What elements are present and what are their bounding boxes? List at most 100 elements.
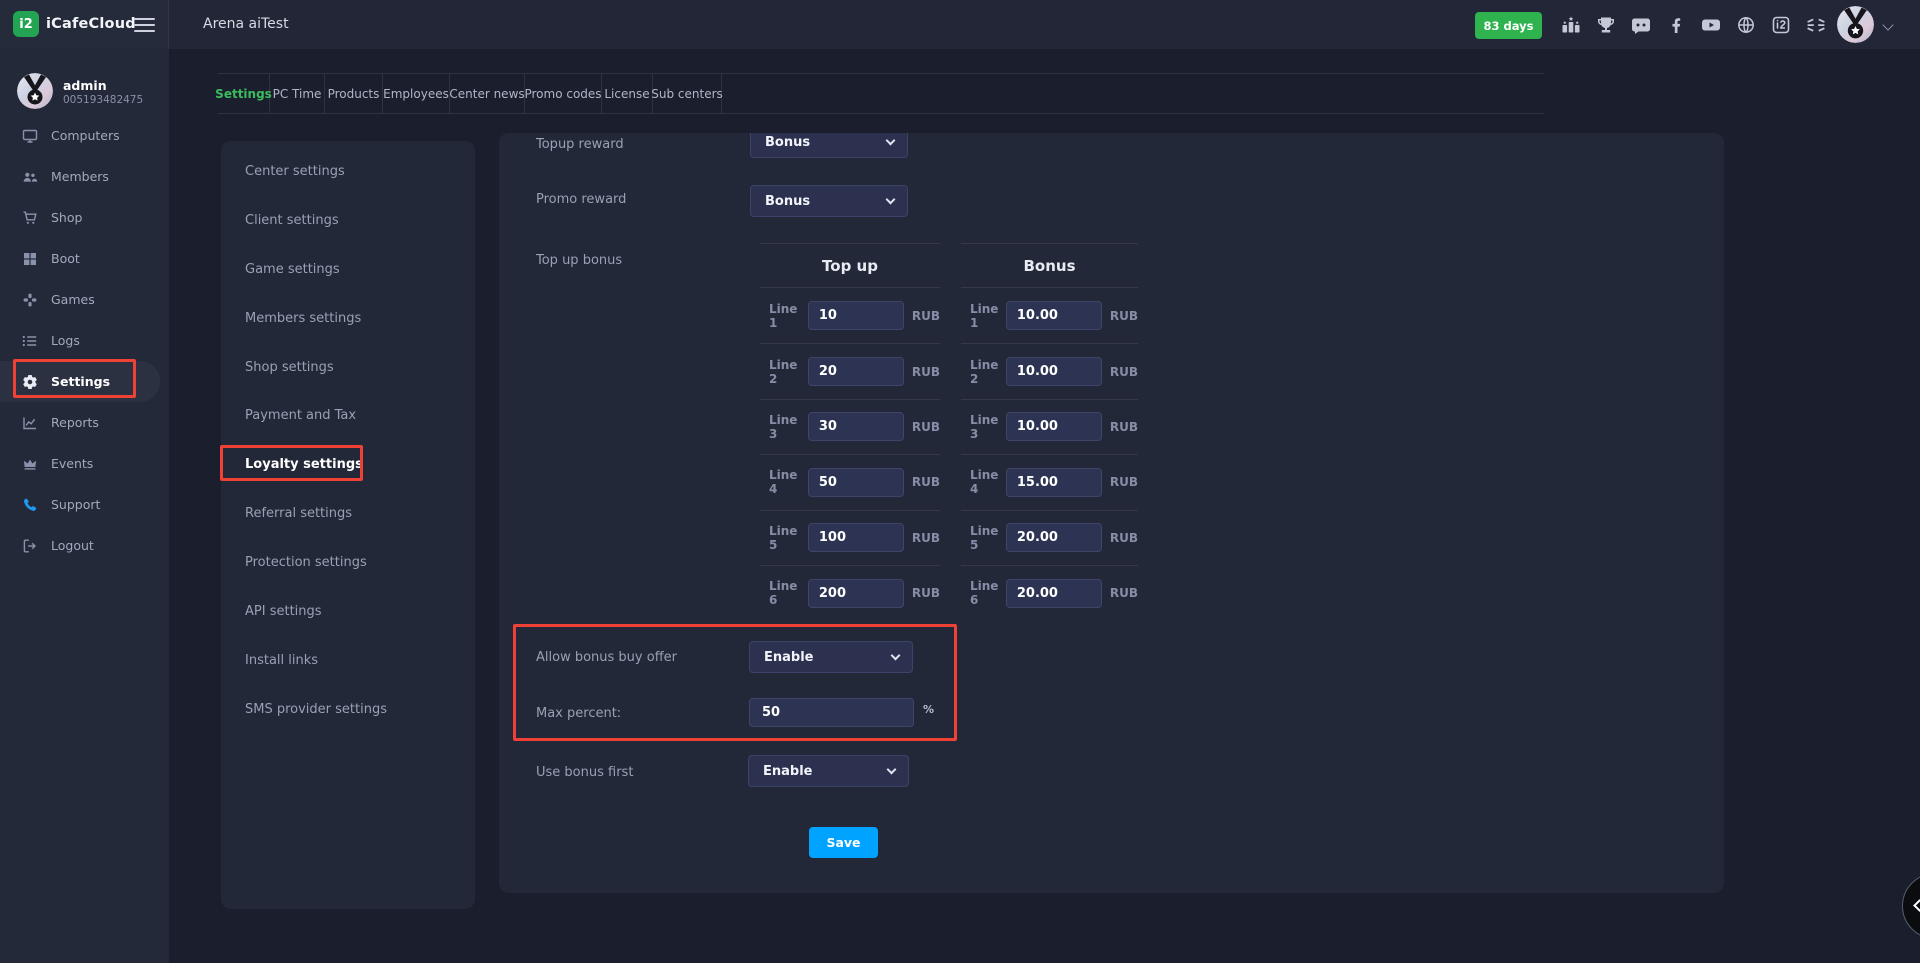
settings-menu-panel: Center settingsClient settingsGame setti…: [221, 141, 475, 909]
topup-table: Top upLine 1RUBLine 2RUBLine 3RUBLine 4R…: [760, 243, 940, 620]
sidebar-item-support[interactable]: Support: [0, 484, 169, 525]
monitor-icon: [22, 128, 38, 144]
settings-menu-item-payment-and-tax[interactable]: Payment and Tax: [221, 391, 475, 440]
chevron-left-icon: [1913, 899, 1920, 912]
settings-menu-item-game-settings[interactable]: Game settings: [221, 245, 475, 294]
hamburger-menu-icon[interactable]: [134, 18, 155, 32]
bonus-line-2-input[interactable]: [1006, 357, 1102, 386]
sidebar-item-label: Computers: [51, 128, 120, 143]
topup-line-6-input[interactable]: [808, 579, 904, 608]
tab-license[interactable]: License: [602, 74, 653, 113]
bonus-row-6: Line 6RUB: [961, 565, 1138, 620]
bonus-line-3-input[interactable]: [1006, 412, 1102, 441]
icafecloud-icon[interactable]: [1770, 14, 1792, 36]
tab-employees[interactable]: Employees: [383, 74, 450, 113]
hands-icon[interactable]: [1805, 14, 1827, 36]
loyalty-settings-card: Topup reward Bonus Promo reward Bonus To…: [499, 133, 1724, 893]
trophy-icon[interactable]: [1595, 14, 1617, 36]
max-percent-input[interactable]: [749, 698, 914, 727]
sidebar-item-boot[interactable]: Boot: [0, 238, 169, 279]
bonus-line-6-input[interactable]: [1006, 579, 1102, 608]
sidebar-item-reports[interactable]: Reports: [0, 402, 169, 443]
bonus-row-2: Line 2RUB: [961, 343, 1138, 398]
line-label: Line 6: [970, 579, 1006, 607]
tab-promo-codes[interactable]: Promo codes: [525, 74, 602, 113]
collapse-panel-button[interactable]: [1902, 873, 1920, 939]
user-avatar[interactable]: [1837, 6, 1874, 43]
sidebar-item-label: Settings: [51, 374, 110, 389]
ranking-icon[interactable]: [1560, 14, 1582, 36]
sidebar-item-games[interactable]: Games: [0, 279, 169, 320]
license-days-badge[interactable]: 83 days: [1475, 12, 1542, 39]
icafecloud-logo-icon: i2: [13, 11, 39, 37]
allow-bonus-buy-offer-select[interactable]: Enable: [749, 641, 913, 673]
logout-icon: [22, 538, 38, 554]
sidebar-item-label: Events: [51, 456, 93, 471]
use-bonus-first-select[interactable]: Enable: [748, 755, 909, 787]
sidebar-item-label: Boot: [51, 251, 80, 266]
topup-row-4: Line 4RUB: [760, 454, 940, 509]
bonus-line-1-input[interactable]: [1006, 301, 1102, 330]
tab-products[interactable]: Products: [325, 74, 383, 113]
sidebar-item-members[interactable]: Members: [0, 156, 169, 197]
sidebar-item-label: Logout: [51, 538, 94, 553]
tab-center-news[interactable]: Center news: [450, 74, 525, 113]
line-label: Line 6: [769, 579, 808, 607]
bonus-column-header: Bonus: [961, 243, 1138, 288]
line-label: Line 3: [769, 413, 808, 441]
sidebar-item-shop[interactable]: Shop: [0, 197, 169, 238]
tab-sub-centers[interactable]: Sub centers: [653, 74, 722, 113]
sidebar-item-settings[interactable]: Settings: [0, 361, 160, 402]
sidebar-item-label: Support: [51, 497, 100, 512]
currency-unit: RUB: [1110, 365, 1138, 379]
sidebar-item-label: Shop: [51, 210, 82, 225]
topup-reward-select[interactable]: Bonus: [750, 133, 908, 158]
currency-unit: RUB: [912, 531, 940, 545]
settings-menu-item-loyalty-settings[interactable]: Loyalty settings: [221, 440, 475, 489]
save-button[interactable]: Save: [809, 827, 878, 858]
sidebar-item-logs[interactable]: Logs: [0, 320, 169, 361]
topup-line-2-input[interactable]: [808, 357, 904, 386]
settings-menu-item-protection-settings[interactable]: Protection settings: [221, 538, 475, 587]
topup-line-5-input[interactable]: [808, 523, 904, 552]
bonus-line-5-input[interactable]: [1006, 523, 1102, 552]
use-bonus-first-label: Use bonus first: [536, 765, 633, 780]
logo-area: i2 iCafeCloud: [0, 0, 169, 49]
sidebar: admin 005193482475 ComputersMembersShopB…: [0, 49, 169, 963]
topup-reward-label: Topup reward: [536, 137, 624, 152]
logo-text: iCafeCloud: [46, 16, 136, 32]
topup-line-3-input[interactable]: [808, 412, 904, 441]
discord-icon[interactable]: [1630, 14, 1652, 36]
settings-menu-item-api-settings[interactable]: API settings: [221, 587, 475, 636]
line-label: Line 4: [970, 468, 1006, 496]
bonus-line-4-input[interactable]: [1006, 468, 1102, 497]
currency-unit: RUB: [912, 365, 940, 379]
settings-menu-item-center-settings[interactable]: Center settings: [221, 147, 475, 196]
line-label: Line 5: [769, 524, 808, 552]
bonus-row-5: Line 5RUB: [961, 510, 1138, 565]
sidebar-item-logout[interactable]: Logout: [0, 525, 169, 566]
promo-reward-label: Promo reward: [536, 192, 626, 207]
phone-icon: [22, 497, 38, 513]
settings-menu-item-shop-settings[interactable]: Shop settings: [221, 343, 475, 392]
list-icon: [22, 333, 38, 349]
tab-settings[interactable]: Settings: [218, 74, 270, 113]
sidebar-item-events[interactable]: Events: [0, 443, 169, 484]
youtube-icon[interactable]: [1700, 14, 1722, 36]
topup-line-4-input[interactable]: [808, 468, 904, 497]
facebook-icon[interactable]: [1665, 14, 1687, 36]
settings-menu-item-members-settings[interactable]: Members settings: [221, 294, 475, 343]
tab-pc-time[interactable]: PC Time: [270, 74, 325, 113]
settings-menu-item-client-settings[interactable]: Client settings: [221, 196, 475, 245]
settings-menu-item-install-links[interactable]: Install links: [221, 636, 475, 685]
members-icon: [22, 169, 38, 185]
chevron-down-icon[interactable]: [1882, 19, 1893, 30]
topup-line-1-input[interactable]: [808, 301, 904, 330]
settings-menu-item-referral-settings[interactable]: Referral settings: [221, 489, 475, 538]
sidebar-avatar: [17, 73, 53, 109]
settings-menu-item-sms-provider-settings[interactable]: SMS provider settings: [221, 685, 475, 734]
globe-icon[interactable]: [1735, 14, 1757, 36]
currency-unit: RUB: [1110, 531, 1138, 545]
sidebar-item-computers[interactable]: Computers: [0, 115, 169, 156]
promo-reward-select[interactable]: Bonus: [750, 185, 908, 217]
